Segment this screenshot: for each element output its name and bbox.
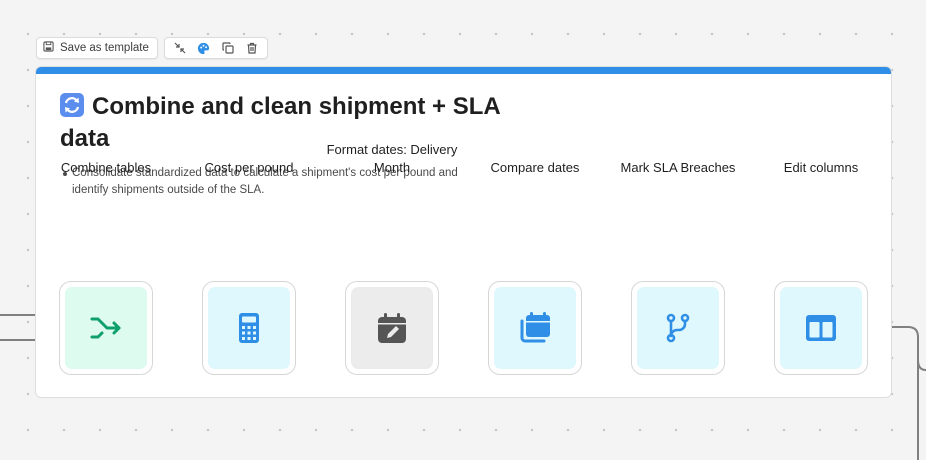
palette-icon[interactable] — [192, 38, 216, 58]
columns-icon — [780, 287, 862, 369]
step-tile[interactable] — [631, 281, 725, 375]
step-tile[interactable] — [59, 281, 153, 375]
trash-icon[interactable] — [240, 38, 264, 58]
step-label: Edit columns — [783, 160, 859, 175]
duplicate-icon[interactable] — [216, 38, 240, 58]
node-toolbar: Save as template — [36, 37, 268, 59]
step-tile[interactable] — [488, 281, 582, 375]
node-actions — [163, 37, 268, 59]
collapse-icon[interactable] — [168, 38, 192, 58]
branch-icon — [637, 287, 719, 369]
step-label: Compare dates — [490, 160, 580, 175]
merge-icon — [65, 287, 147, 369]
calendar-compare-icon — [494, 287, 576, 369]
workflow-section-card: Combine and clean shipment + SLA data Co… — [35, 66, 892, 398]
step-label: Mark SLA Breaches — [620, 160, 736, 175]
step-tile[interactable] — [774, 281, 868, 375]
save-as-template-button[interactable]: Save as template — [36, 37, 158, 59]
step-tile[interactable] — [345, 281, 439, 375]
arrows-cycle-icon — [60, 93, 84, 117]
step-label: Combine tables — [60, 160, 152, 175]
card-accent-bar — [36, 67, 891, 74]
save-as-template-label: Save as template — [60, 42, 149, 54]
save-icon — [43, 41, 54, 55]
step-label: Format dates: Delivery Month — [326, 142, 458, 175]
step-tile[interactable] — [202, 281, 296, 375]
calculator-icon — [208, 287, 290, 369]
step-label: Cost per pound — [204, 160, 294, 175]
calendar-edit-icon — [351, 287, 433, 369]
